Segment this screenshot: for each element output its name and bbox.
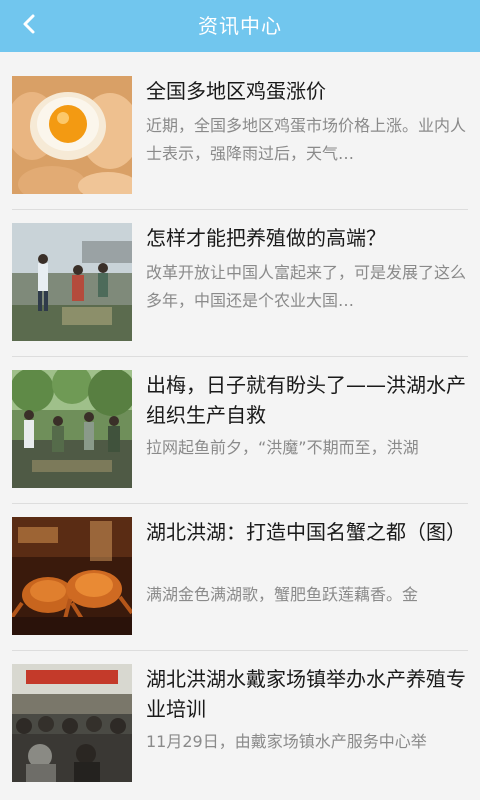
news-list: 全国多地区鸡蛋涨价 近期，全国多地区鸡蛋市场价格上涨。业内人士表示，强降雨过后，…	[0, 52, 480, 800]
news-summary: 近期，全国多地区鸡蛋市场价格上涨。业内人士表示，强降雨过后，天气…	[146, 116, 467, 163]
news-summary: 拉网起鱼前夕，“洪魔”不期而至，洪湖	[146, 438, 419, 457]
news-item[interactable]: 怎样才能把养殖做的高端？ 改革开放让中国人富起来了，可是发展了这么多年，中国还是…	[0, 199, 480, 346]
news-summary: 11月29日，由戴家场镇水产服务中心举	[146, 732, 427, 751]
news-title: 全国多地区鸡蛋涨价	[146, 79, 326, 103]
news-title: 出梅，日子就有盼头了——洪湖水产组织生产自救	[146, 373, 466, 427]
news-item[interactable]: 出梅，日子就有盼头了——洪湖水产组织生产自救 拉网起鱼前夕，“洪魔”不期而至，洪…	[0, 346, 480, 493]
news-title: 怎样才能把养殖做的高端？	[146, 226, 386, 250]
page-title: 资讯中心	[198, 14, 282, 38]
eggs-photo	[12, 76, 132, 194]
news-title: 湖北洪湖：打造中国名蟹之都（图）	[146, 520, 466, 544]
crab-photo	[12, 517, 132, 635]
app-screen: 资讯中心 全国多地区鸡蛋涨价 近期，全国多地区鸡蛋市场价格上涨。业内人士表示，强…	[0, 0, 480, 800]
chevron-left-icon	[19, 13, 41, 39]
news-title: 湖北洪湖水戴家场镇举办水产养殖专业培训	[146, 667, 466, 721]
news-summary: 改革开放让中国人富起来了，可是发展了这么多年，中国还是个农业大国…	[146, 263, 467, 310]
news-item[interactable]: 全国多地区鸡蛋涨价 近期，全国多地区鸡蛋市场价格上涨。业内人士表示，强降雨过后，…	[0, 52, 480, 199]
news-summary: 满湖金色满湖歌，蟹肥鱼跃莲藕香。金	[146, 585, 419, 604]
training-meeting-photo	[12, 664, 132, 782]
fishing-net-photo	[12, 370, 132, 488]
top-bar: 资讯中心	[0, 0, 480, 52]
news-item[interactable]: 湖北洪湖：打造中国名蟹之都（图） 满湖金色满湖歌，蟹肥鱼跃莲藕香。金	[0, 493, 480, 640]
back-button[interactable]	[0, 0, 60, 52]
news-item[interactable]: 湖北洪湖水戴家场镇举办水产养殖专业培训 11月29日，由戴家场镇水产服务中心举	[0, 640, 480, 787]
fish-farming-photo	[12, 223, 132, 341]
